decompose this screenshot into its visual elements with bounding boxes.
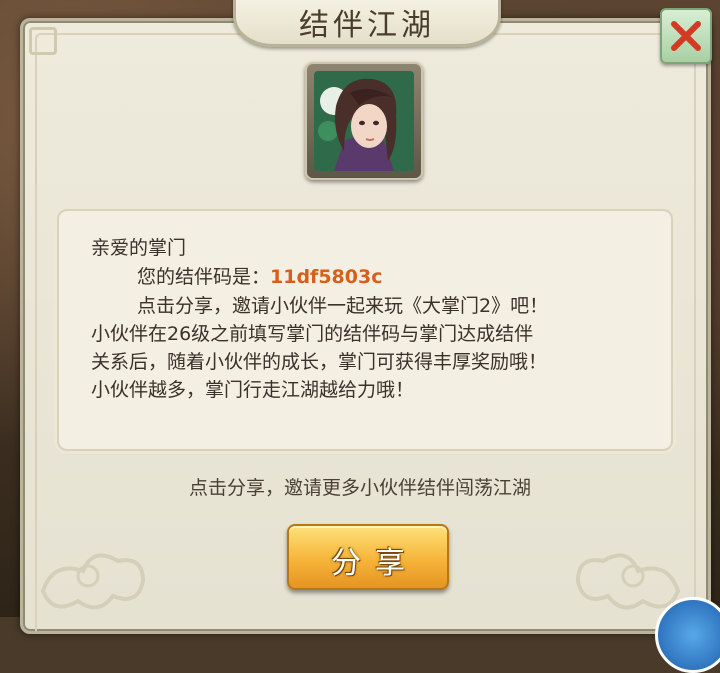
share-hint-text: 点击分享，邀请更多小伙伴结伴闯荡江湖 — [188, 477, 531, 499]
close-button[interactable] — [660, 8, 712, 64]
rule-line-1: 小伙伴在26级之前填写掌门的结伴码与掌门达成结伴 — [91, 323, 534, 345]
partner-portrait — [305, 62, 423, 180]
cloud-ornament-icon — [40, 553, 146, 610]
share-button-label: 分享 — [331, 546, 419, 581]
corner-badge-icon[interactable] — [655, 597, 720, 673]
code-prefix: 您的结伴码是： — [137, 266, 271, 288]
rule-line-2: 关系后，随着小伙伴的成长，掌门可获得丰厚奖励哦！ — [91, 351, 548, 373]
dialog-title: 结伴江湖 — [299, 8, 435, 43]
message-box: 亲爱的掌门 您的结伴码是：11df5803c 点击分享，邀请小伙伴一起来玩《大掌… — [57, 209, 673, 451]
partner-code[interactable]: 11df5803c — [270, 266, 382, 288]
invite-line: 点击分享，邀请小伙伴一起来玩《大掌门2》吧！ — [137, 295, 549, 317]
cloud-ornament-icon — [575, 553, 681, 610]
character-portrait-icon — [314, 71, 414, 171]
greeting-text: 亲爱的掌门 — [91, 237, 187, 259]
close-x-icon — [671, 21, 701, 51]
corner-ornament — [29, 27, 57, 55]
share-button[interactable]: 分享 — [287, 524, 449, 590]
code-line: 您的结伴码是：11df5803c — [137, 262, 382, 289]
rule-line-3: 小伙伴越多，掌门行走江湖越给力哦！ — [91, 379, 415, 401]
dialog-title-plaque: 结伴江湖 — [233, 0, 501, 47]
